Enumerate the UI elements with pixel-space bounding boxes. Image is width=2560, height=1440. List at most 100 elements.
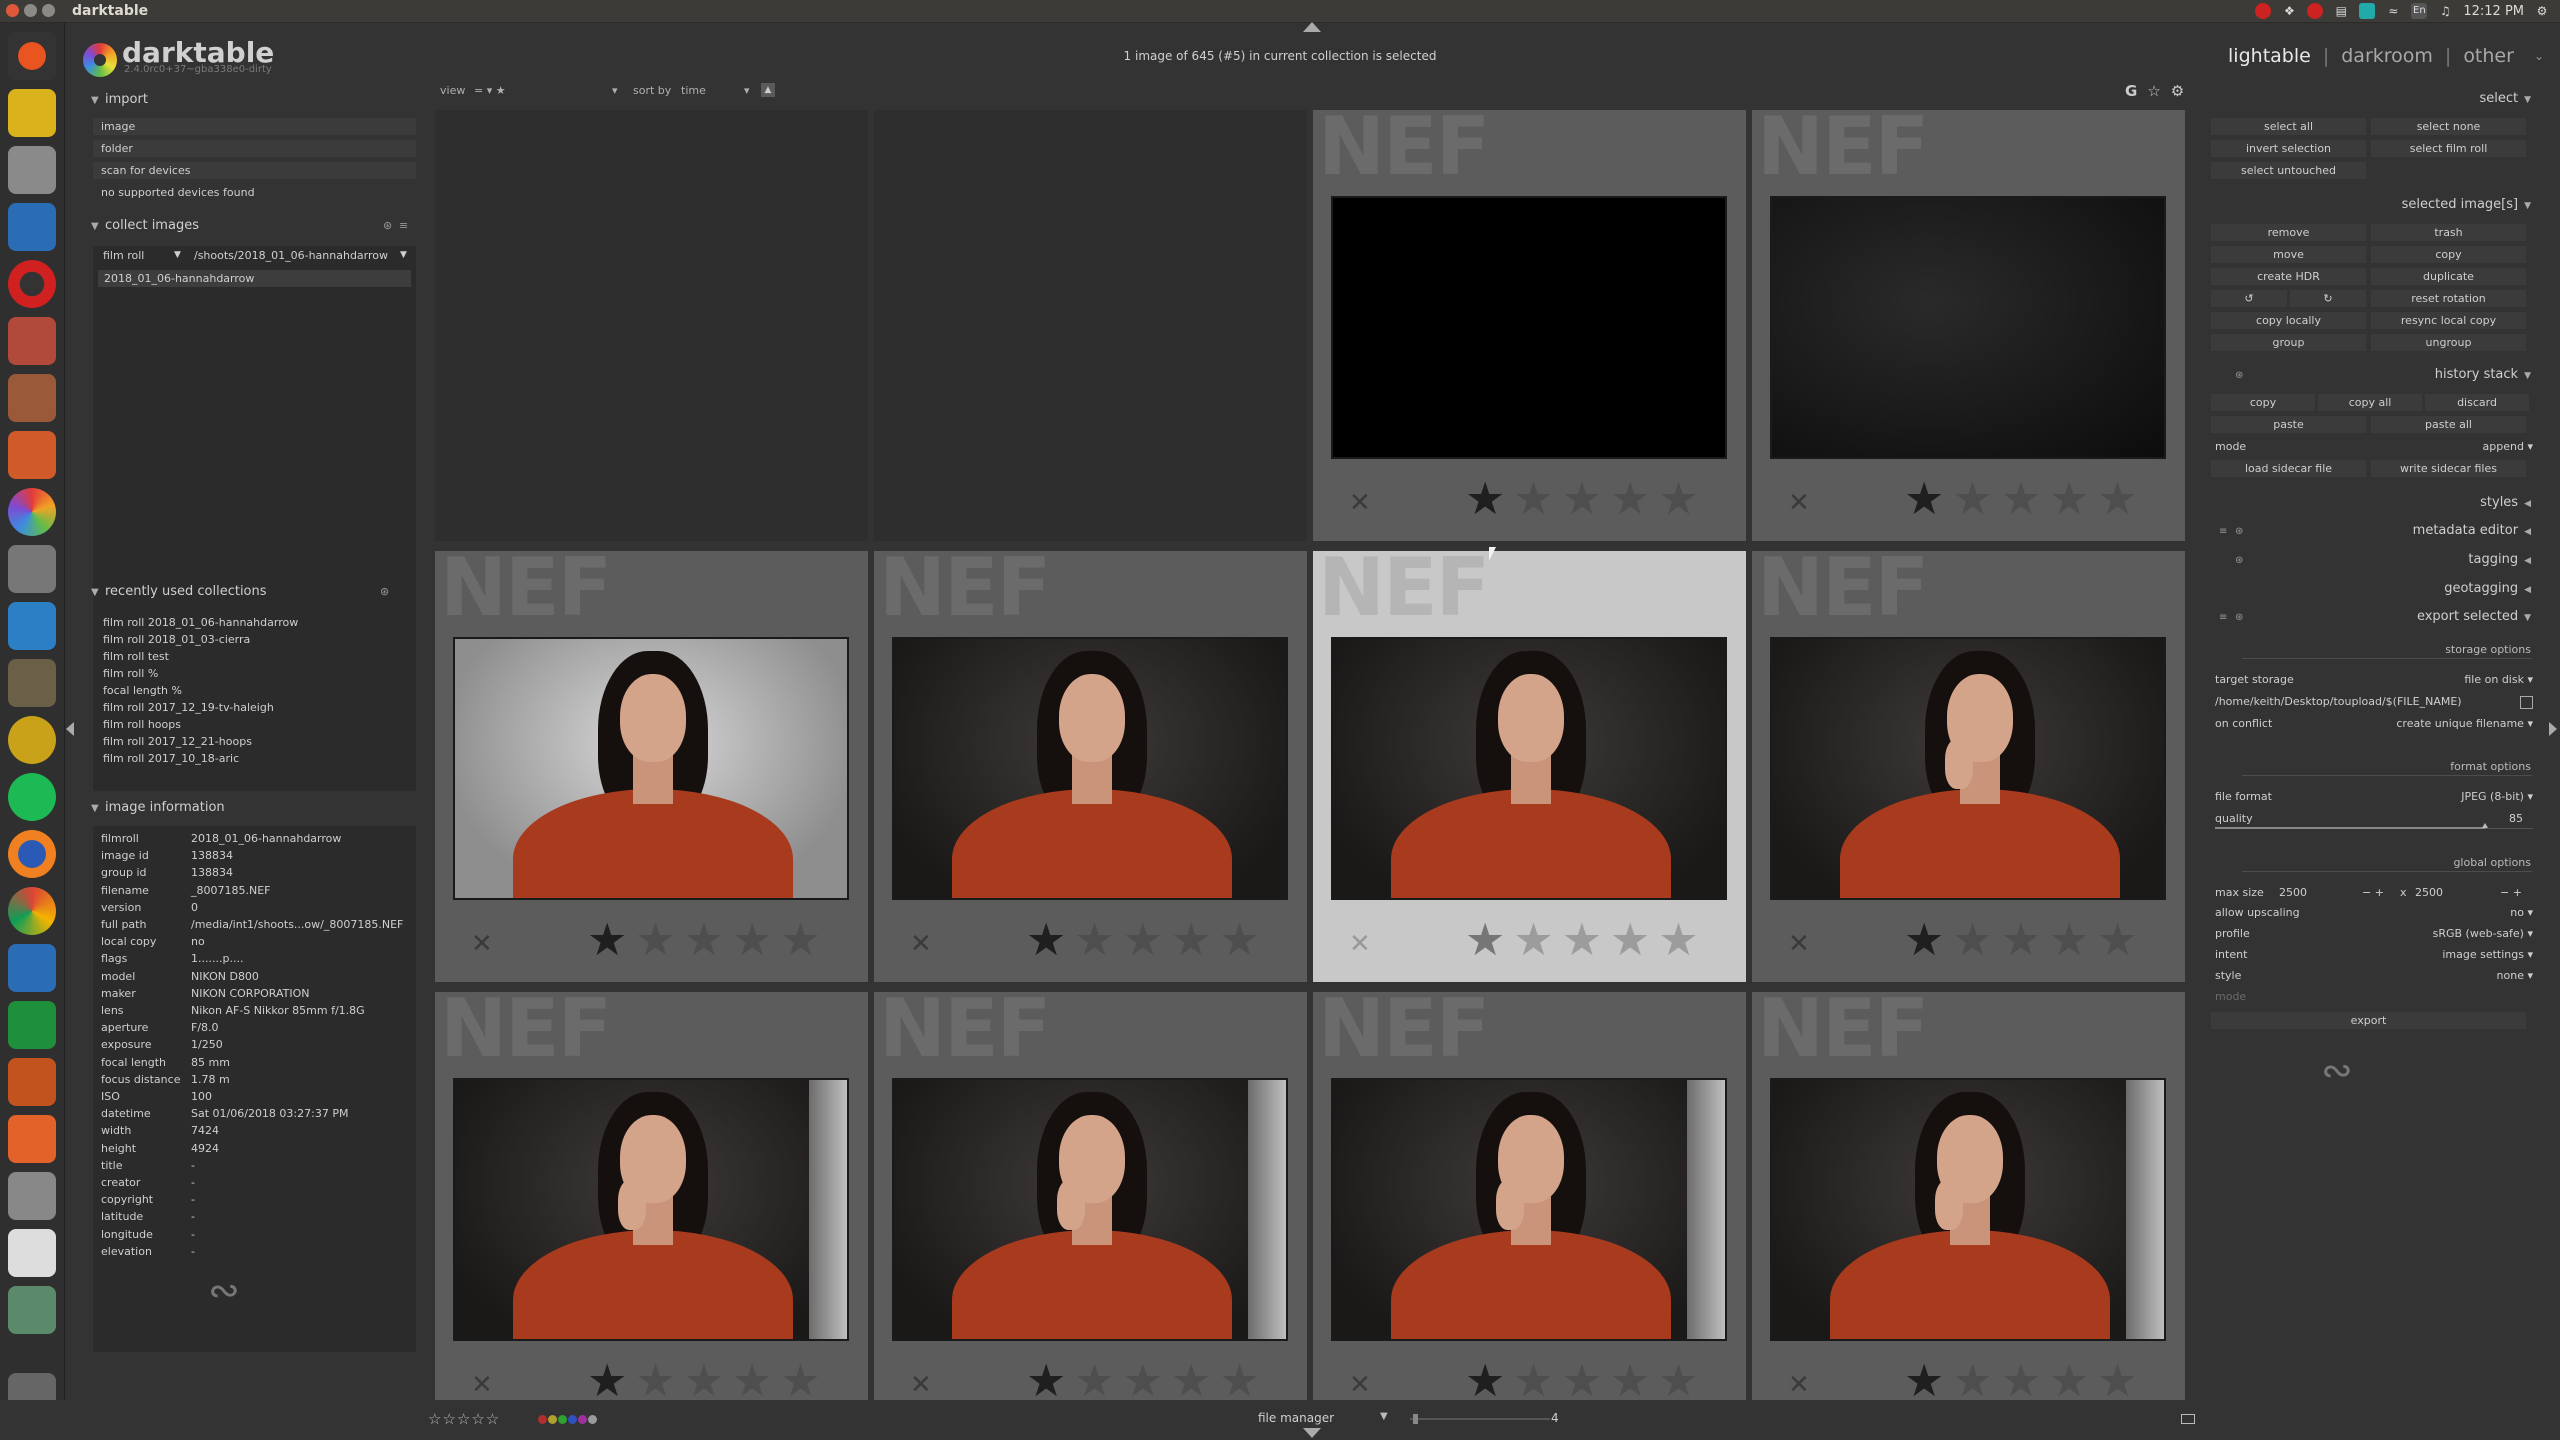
star-icon[interactable]: ★ [2001,1358,2041,1403]
star-rating[interactable]: ★ ★ ★ ★ ★ [587,917,821,962]
collapse-left-panel-icon[interactable] [66,722,74,736]
copy-button[interactable]: copy [2371,246,2526,263]
copy-locally-button[interactable]: copy locally [2211,312,2366,329]
group-button[interactable]: group [2211,334,2366,351]
clipboard-icon[interactable]: ▤ [2333,3,2349,19]
grouping-icon[interactable]: G [2125,82,2137,100]
star-icon[interactable]: ★ [2097,917,2137,962]
list-item[interactable]: film roll hoops [103,716,181,733]
select-section-header[interactable]: select ▼ [2479,91,2531,106]
tools-icon[interactable] [8,431,56,479]
sort-direction-icon[interactable]: ▲ [761,83,775,97]
thumbnail[interactable]: NEF ✕ ★ ★ ★ ★ ★ [1752,551,2185,982]
display-profile-icon[interactable] [2181,1414,2195,1424]
color-label-dot[interactable] [538,1415,547,1424]
chevron-down-icon[interactable]: ▼ [174,247,181,264]
target-storage-row[interactable]: target storage file on disk ▾ [2215,671,2533,688]
metadata-editor-section-header[interactable]: metadata editor ◀ [2413,523,2531,538]
tagging-section-header[interactable]: tagging ◀ [2468,552,2531,567]
export-button[interactable]: export [2211,1012,2526,1029]
star-rating[interactable]: ★ ★ ★ ★ ★ [1904,1358,2138,1403]
max-width-stepper[interactable]: − + [2362,884,2384,901]
star-icon[interactable]: ★ [635,917,675,962]
collect-selected-item[interactable]: 2018_01_06-hannahdarrow [98,270,411,287]
collect-path-input[interactable]: /shoots/2018_01_06-hannahdarrow [194,247,388,264]
star-icon[interactable]: ★ [1026,917,1066,962]
writer-icon[interactable] [8,944,56,992]
view-lighttable[interactable]: lightable [2228,45,2311,67]
import-folder-button[interactable]: folder [93,140,416,157]
history-mode-value[interactable]: append [2483,440,2524,453]
firefox-icon[interactable] [8,830,56,878]
select-none-button[interactable]: select none [2371,118,2526,135]
resync-local-copy-button[interactable]: resync local copy [2371,312,2526,329]
select-film-roll-button[interactable]: select film roll [2371,140,2526,157]
star-icon[interactable]: ★ [2001,917,2041,962]
ungroup-button[interactable]: ungroup [2371,334,2526,351]
spotify-icon[interactable] [8,773,56,821]
reject-icon[interactable]: ✕ [1788,488,1810,518]
star-icon[interactable]: ★ [587,917,627,962]
camera-icon[interactable] [8,146,56,194]
list-item[interactable]: film roll 2017_10_18-aric [103,750,239,767]
style-row[interactable]: style none ▾ [2215,967,2533,984]
star-icon[interactable]: ★ [1952,1358,1992,1403]
quality-slider-marker[interactable] [2482,823,2489,828]
star-icon[interactable]: ★ [1513,917,1553,962]
star-rating[interactable]: ★ ★ ★ ★ ★ [1465,917,1699,962]
star-icon[interactable]: ★ [1171,1358,1211,1403]
thumbnail-image[interactable] [892,1078,1288,1341]
star-icon[interactable]: ★ [1904,917,1944,962]
collapse-bottom-arrow-icon[interactable] [1303,1428,1321,1438]
view-other[interactable]: other [2463,45,2514,67]
star-icon[interactable]: ★ [1610,917,1650,962]
thumbnail[interactable]: NEF ✕ ★ ★ ★ ★ ★ [1752,110,2185,541]
import-section-header[interactable]: ▼ import [88,92,424,110]
thumbnail[interactable]: NEF ✕ ★ ★ ★ ★ ★ [1752,992,2185,1423]
star-icon[interactable]: ★ [1513,1358,1553,1403]
star-rating[interactable]: ★ ★ ★ ★ ★ [1904,917,2138,962]
profile-row[interactable]: profile sRGB (web-safe) ▾ [2215,925,2533,942]
history-copy-button[interactable]: copy [2211,394,2315,411]
star-icon[interactable]: ★ [1219,917,1259,962]
thumbnail[interactable]: NEF ✕ ★ ★ ★ ★ ★ [874,992,1307,1423]
thumbnail-image[interactable] [1331,196,1727,459]
zoom-slider-track[interactable] [1410,1418,1550,1420]
star-icon[interactable]: ★ [2001,476,2041,521]
dropbox-icon[interactable]: ❖ [2281,3,2297,19]
export-selected-section-header[interactable]: export selected ▼ [2417,609,2531,624]
rotate-cw-icon[interactable]: ↻ [2290,290,2366,307]
minimize-window-icon[interactable] [24,4,37,17]
scan-devices-button[interactable]: scan for devices [93,162,416,179]
star-icon[interactable]: ★ [587,1358,627,1403]
drive-icon[interactable] [8,1286,56,1334]
reset-icon[interactable]: ⊛ [383,219,392,232]
intent-row[interactable]: intent image settings ▾ [2215,946,2533,963]
color-label-dot[interactable] [588,1415,597,1424]
thumbnail-image[interactable] [453,1078,849,1341]
chevron-down-icon[interactable]: ▾ [612,84,618,97]
intent-value[interactable]: image settings [2442,948,2524,961]
star-rating[interactable]: ★ ★ ★ ★ ★ [1026,1358,1260,1403]
thumbnail[interactable]: NEF ✕ ★ ★ ★ ★ ★ [1313,110,1746,541]
star-icon[interactable]: ★ [2049,476,2089,521]
thumbnail[interactable]: NEF ✕ ★ ★ ★ ★ ★ [1313,551,1746,982]
reject-icon[interactable]: ✕ [1349,929,1371,959]
screenshot-icon[interactable] [8,545,56,593]
star-icon[interactable]: ★ [1904,476,1944,521]
select-untouched-button[interactable]: select untouched [2211,162,2366,179]
thumbnail-image[interactable] [1770,1078,2166,1341]
move-button[interactable]: move [2211,246,2366,263]
clock[interactable]: 12:12 PM [2463,4,2524,19]
collapse-top-arrow-icon[interactable] [1303,22,1321,32]
star-rating[interactable]: ★ ★ ★ ★ ★ [1465,476,1699,521]
star-icon[interactable]: ★ [1952,917,1992,962]
thumbnail-image[interactable] [1770,637,2166,900]
thumbnail[interactable]: NEF ✕ ★ ★ ★ ★ ★ [435,992,868,1423]
style-value[interactable]: none [2497,969,2524,982]
block-icon[interactable] [2307,3,2324,19]
system-settings-icon[interactable] [8,1172,56,1220]
create-hdr-button[interactable]: create HDR [2211,268,2366,285]
star-rating[interactable]: ★ ★ ★ ★ ★ [1465,1358,1699,1403]
star-icon[interactable]: ★ [1610,476,1650,521]
